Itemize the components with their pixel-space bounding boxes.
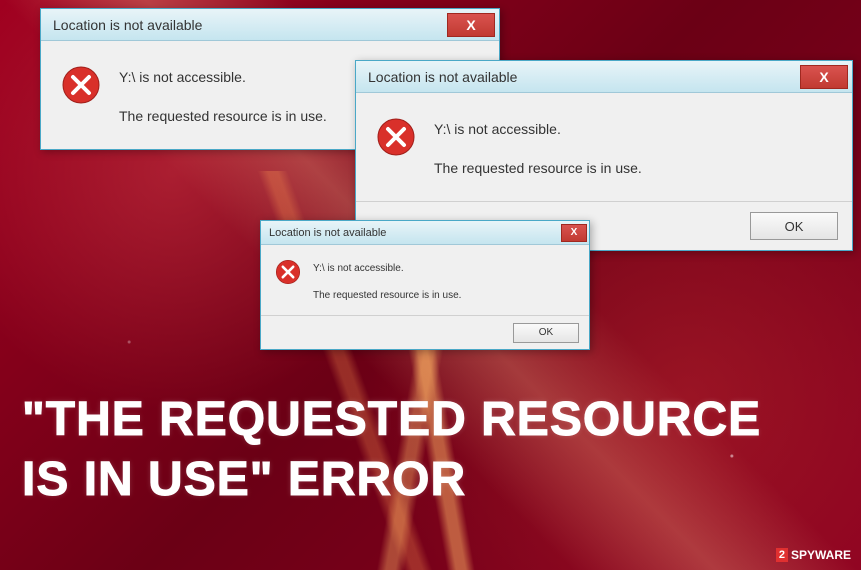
dialog-footer: OK xyxy=(261,315,589,349)
message-line2: The requested resource is in use. xyxy=(434,156,642,181)
close-icon: X xyxy=(819,69,828,85)
dialog-title: Location is not available xyxy=(53,17,202,33)
titlebar[interactable]: Location is not available X xyxy=(41,9,499,41)
message-line2: The requested resource is in use. xyxy=(313,286,461,305)
dialog-body: Y:\ is not accessible. The requested res… xyxy=(261,245,589,315)
headline-line1: "THE REQUESTED RESOURCE xyxy=(22,390,761,450)
message-line1: Y:\ is not accessible. xyxy=(434,117,642,142)
ok-button[interactable]: OK xyxy=(750,212,838,240)
titlebar[interactable]: Location is not available X xyxy=(261,221,589,245)
dialog-message: Y:\ is not accessible. The requested res… xyxy=(313,259,461,305)
watermark-text: SPYWARE xyxy=(791,548,851,562)
watermark: 2 SPYWARE xyxy=(776,548,851,562)
error-icon xyxy=(275,259,301,285)
message-line1: Y:\ is not accessible. xyxy=(119,65,327,90)
ok-button[interactable]: OK xyxy=(513,323,579,343)
watermark-num: 2 xyxy=(776,548,788,562)
close-button[interactable]: X xyxy=(447,13,495,37)
error-dialog-3: Location is not available X Y:\ is not a… xyxy=(260,220,590,350)
error-icon xyxy=(376,117,416,157)
dialog-title: Location is not available xyxy=(368,69,517,85)
dialog-body: Y:\ is not accessible. The requested res… xyxy=(356,93,852,201)
headline-line2: IS IN USE" ERROR xyxy=(22,450,761,510)
dialog-message: Y:\ is not accessible. The requested res… xyxy=(434,117,642,181)
close-icon: X xyxy=(571,227,578,238)
error-icon xyxy=(61,65,101,105)
dialog-message: Y:\ is not accessible. The requested res… xyxy=(119,65,327,129)
close-button[interactable]: X xyxy=(800,65,848,89)
message-line1: Y:\ is not accessible. xyxy=(313,259,461,278)
titlebar[interactable]: Location is not available X xyxy=(356,61,852,93)
close-icon: X xyxy=(466,17,475,33)
message-line2: The requested resource is in use. xyxy=(119,104,327,129)
close-button[interactable]: X xyxy=(561,224,587,242)
headline-text: "THE REQUESTED RESOURCE IS IN USE" ERROR xyxy=(22,390,761,510)
dialog-title: Location is not available xyxy=(269,227,386,239)
